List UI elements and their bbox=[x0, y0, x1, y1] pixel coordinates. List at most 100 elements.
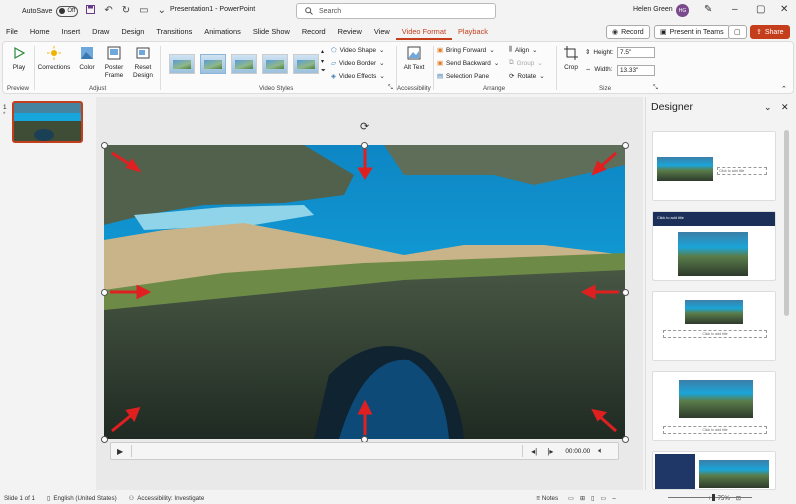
design-idea-4[interactable]: Click to add title bbox=[652, 371, 776, 441]
tab-view[interactable]: View bbox=[368, 24, 396, 40]
video-style-2[interactable] bbox=[200, 54, 226, 74]
resize-handle-bl[interactable] bbox=[101, 436, 108, 443]
video-shape-button[interactable]: ⬠ Video Shape ⌄ bbox=[331, 46, 384, 55]
forward-icon[interactable]: |▸ bbox=[547, 447, 553, 456]
chevron-down-icon[interactable]: ⌄ bbox=[764, 102, 772, 113]
design-idea-1[interactable]: Click to add title bbox=[652, 131, 776, 201]
resize-handle-l[interactable] bbox=[101, 289, 108, 296]
zoom-in-icon[interactable]: + bbox=[708, 495, 712, 502]
collapse-ribbon-icon[interactable]: ⌃ bbox=[781, 85, 787, 93]
share-button[interactable]: ⇪ Share bbox=[750, 25, 790, 39]
restore-icon[interactable]: ▢ bbox=[756, 4, 765, 15]
gallery-scroll-up-icon[interactable]: ▴ bbox=[321, 48, 324, 55]
send-backward-button[interactable]: ▣ Send Backward ⌄ bbox=[437, 59, 499, 68]
customize-qat-icon[interactable]: ⌄ bbox=[158, 5, 166, 17]
zoom-level[interactable]: 75% bbox=[717, 495, 729, 502]
present-in-teams-button[interactable]: ▣ Present in Teams bbox=[654, 25, 730, 39]
design-idea-2[interactable]: Click to add title bbox=[652, 211, 776, 281]
gallery-scroll-down-icon[interactable]: ▾ bbox=[321, 58, 324, 65]
language-label[interactable]: English (United States) bbox=[53, 495, 116, 502]
resize-handle-tr[interactable] bbox=[622, 142, 629, 149]
poster-frame-button[interactable]: Poster Frame bbox=[100, 46, 128, 80]
video-style-1[interactable] bbox=[169, 54, 195, 74]
height-label: Height: bbox=[593, 48, 614, 56]
slideshow-icon[interactable]: ▭ bbox=[601, 495, 607, 502]
normal-view-icon[interactable]: ▭ bbox=[568, 495, 574, 502]
slide-thumbnail-1[interactable] bbox=[12, 101, 83, 143]
play-pause-icon[interactable]: ▶ bbox=[117, 447, 123, 456]
tab-animations[interactable]: Animations bbox=[198, 24, 247, 40]
alt-text-button[interactable]: Alt Text bbox=[402, 46, 426, 72]
rewind-icon[interactable]: ◂| bbox=[531, 447, 537, 456]
present-icon[interactable]: ▭ bbox=[139, 5, 148, 17]
video-border-button[interactable]: ▱ Video Border ⌄ bbox=[331, 59, 384, 68]
spelling-icon[interactable]: ▯ bbox=[47, 495, 50, 502]
save-icon[interactable] bbox=[86, 5, 96, 17]
tab-playback[interactable]: Playback bbox=[452, 24, 494, 40]
selection-pane-button[interactable]: ▤ Selection Pane bbox=[437, 72, 489, 81]
redo-icon[interactable]: ↻ bbox=[122, 5, 130, 17]
tab-draw[interactable]: Draw bbox=[86, 24, 115, 40]
crop-button[interactable]: Crop bbox=[561, 46, 581, 71]
bring-forward-button[interactable]: ▣ Bring Forward ⌄ bbox=[437, 46, 495, 55]
video-style-4[interactable] bbox=[262, 54, 288, 74]
record-button[interactable]: ◉ Record bbox=[606, 25, 650, 39]
gallery-more-icon[interactable]: ⏷ bbox=[321, 68, 326, 75]
design-idea-3[interactable]: Click to add title bbox=[652, 291, 776, 361]
width-input[interactable]: 13.33" bbox=[617, 65, 655, 76]
tab-design[interactable]: Design bbox=[115, 24, 150, 40]
close-pane-icon[interactable]: ✕ bbox=[781, 102, 789, 113]
group-button[interactable]: ⧉ Group ⌄ bbox=[509, 59, 543, 67]
reset-design-button[interactable]: Reset Design bbox=[129, 46, 157, 80]
autosave-toggle[interactable]: Off bbox=[56, 5, 79, 17]
resize-handle-t[interactable] bbox=[361, 142, 368, 149]
accessibility-status[interactable]: Accessibility: Investigate bbox=[137, 495, 204, 502]
tab-insert[interactable]: Insert bbox=[56, 24, 86, 40]
design-title-text: Click to add title bbox=[663, 330, 767, 338]
video-style-5[interactable] bbox=[293, 54, 319, 74]
video-style-3[interactable] bbox=[231, 54, 257, 74]
slide-thumbnail-pane bbox=[0, 97, 96, 490]
tab-slide-show[interactable]: Slide Show bbox=[247, 24, 296, 40]
seek-bar[interactable] bbox=[131, 445, 524, 457]
avatar[interactable]: HG bbox=[676, 4, 689, 17]
comments-button[interactable]: ▢ bbox=[728, 25, 747, 39]
minimize-icon[interactable]: – bbox=[732, 4, 738, 15]
tab-video-format[interactable]: Video Format bbox=[395, 24, 452, 40]
close-icon[interactable]: ✕ bbox=[780, 4, 788, 15]
video-object[interactable] bbox=[104, 145, 625, 439]
zoom-slider[interactable] bbox=[668, 497, 752, 498]
design-idea-5[interactable] bbox=[652, 451, 776, 490]
rotate-handle-icon[interactable]: ⟳ bbox=[360, 120, 369, 133]
resize-handle-br[interactable] bbox=[622, 436, 629, 443]
dialog-launcher-icon[interactable]: ⤡ bbox=[653, 85, 658, 92]
tab-review[interactable]: Review bbox=[332, 24, 368, 40]
fit-to-window-icon[interactable]: ⊡ bbox=[736, 495, 741, 502]
dialog-launcher-icon[interactable]: ⤡ bbox=[388, 85, 393, 92]
pen-icon[interactable]: ✎ bbox=[704, 4, 712, 15]
undo-icon[interactable]: ↶ bbox=[104, 5, 112, 17]
resize-handle-r[interactable] bbox=[622, 289, 629, 296]
height-input[interactable]: 7.5" bbox=[617, 47, 655, 58]
designer-scrollbar[interactable] bbox=[784, 130, 789, 316]
tab-file[interactable]: File bbox=[0, 24, 24, 40]
width-icon: ⇔ bbox=[585, 66, 592, 73]
tab-home[interactable]: Home bbox=[24, 24, 56, 40]
video-effects-button[interactable]: ◈ Video Effects ⌄ bbox=[331, 72, 385, 81]
zoom-out-icon[interactable]: – bbox=[612, 495, 615, 502]
reading-view-icon[interactable]: ▯ bbox=[591, 495, 594, 502]
volume-icon[interactable]: 🔈︎ bbox=[598, 446, 603, 456]
corrections-button[interactable]: Corrections bbox=[37, 46, 71, 71]
slide-sorter-icon[interactable]: ⊞ bbox=[580, 495, 585, 502]
search-box[interactable]: Search bbox=[296, 3, 496, 19]
rotate-button[interactable]: ⟳ Rotate ⌄ bbox=[509, 72, 545, 81]
resize-handle-tl[interactable] bbox=[101, 142, 108, 149]
user-name[interactable]: Helen Green bbox=[633, 6, 673, 13]
tab-record[interactable]: Record bbox=[296, 24, 332, 40]
color-button[interactable]: Color bbox=[75, 46, 99, 71]
zoom-slider-thumb[interactable] bbox=[712, 494, 715, 501]
play-button[interactable]: Play bbox=[9, 46, 29, 71]
tab-transitions[interactable]: Transitions bbox=[150, 24, 198, 40]
align-button[interactable]: ⫼ Align ⌄ bbox=[509, 46, 538, 54]
notes-button[interactable]: Notes bbox=[542, 495, 558, 502]
